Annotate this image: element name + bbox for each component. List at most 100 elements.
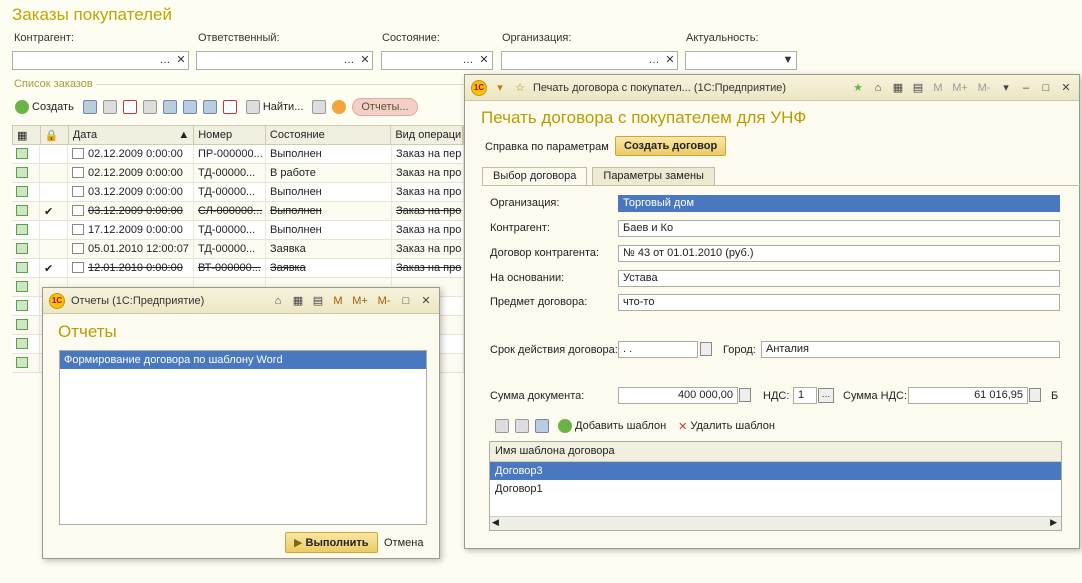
home-icon[interactable]: ⌂ [871,81,885,95]
open-doc-icon[interactable] [515,419,529,433]
scroll-left-icon[interactable]: ◀ [492,517,499,528]
save-icon[interactable] [535,419,549,433]
ellipsis-icon[interactable]: … [460,52,476,69]
structure-icon[interactable] [142,100,157,114]
contract-field[interactable]: № 43 от 01.01.2010 (руб.) [618,245,1060,262]
city-field[interactable]: Анталия [761,341,1060,358]
close-icon[interactable]: ✕ [1059,81,1073,95]
list-label: Список заказов [14,78,93,90]
clear-icon[interactable]: ✕ [173,52,189,69]
menu-icon[interactable]: ▾ [493,81,507,95]
ellipsis-icon[interactable]: … [157,52,173,69]
org-field[interactable]: Торговый дом [618,195,1060,212]
delete-template-button[interactable]: ✕ Удалить шаблон [675,416,778,436]
horizontal-scrollbar[interactable]: ◀ ▶ [490,516,1061,530]
table-icon[interactable] [162,100,177,114]
edit-icon[interactable] [102,100,117,114]
calculator-icon[interactable]: ▦ [291,294,305,308]
maximize-icon[interactable]: □ [399,294,413,308]
sum-field[interactable]: 400 000,00 [618,387,738,404]
counterparty-field[interactable]: Баев и Ко [618,220,1060,237]
vat-sum-field[interactable]: 61 016,95 [908,387,1028,404]
reports-button[interactable]: Отчеты... [352,98,418,116]
table-row[interactable]: Договор3 [490,462,1061,480]
list-icon[interactable] [182,100,197,114]
calendar-icon[interactable]: ▤ [911,81,925,95]
cancel-filter-icon[interactable] [222,100,237,114]
organization-field[interactable]: … ✕ [501,51,678,70]
memory-plus-button[interactable]: M+ [951,81,969,95]
column-date-header[interactable]: Дата ▲ [69,126,195,144]
subject-field[interactable]: что-то [618,294,1060,311]
basis-field[interactable]: Устава [618,270,1060,287]
table-row[interactable]: Договор1 [490,480,1061,498]
calculator-icon[interactable]: ▦ [891,81,905,95]
calculator-icon[interactable] [1029,388,1041,402]
help-icon[interactable] [332,100,347,114]
close-icon[interactable]: ✕ [419,294,433,308]
document-status-icon [16,338,28,349]
home-icon[interactable]: ⌂ [271,294,285,308]
vat-select[interactable]: 1 [793,387,817,404]
term-field[interactable]: . . [618,341,698,358]
row-number-cell: ВТ-000000... [194,259,266,277]
memory-button[interactable]: M [931,81,945,95]
favorite-star-icon[interactable]: ☆ [513,81,527,95]
scroll-right-icon[interactable]: ▶ [1050,517,1057,528]
find-button[interactable]: Найти... [243,97,307,117]
maximize-icon[interactable]: □ [1039,81,1053,95]
table-row[interactable]: ✔ 12.01.2010 0:00:00 ВТ-000000... Заявка Зак… [12,259,464,278]
ellipsis-icon[interactable]: … [818,388,834,403]
memory-button[interactable]: M [331,294,345,308]
subject-label: Предмет договора: [490,296,588,308]
ellipsis-icon[interactable]: … [341,52,357,69]
copy-icon[interactable] [82,100,97,114]
contract-label: Договор контрагента: [490,247,600,259]
table-row[interactable]: ✔ 03.12.2009 0:00:00 СЛ-000000... Выполнен З… [12,202,464,221]
cancel-button[interactable]: Отмена [384,537,423,549]
chevron-down-icon[interactable]: ▾ [999,81,1013,95]
table-row[interactable]: 17.12.2009 0:00:00 ТД-00000... Выполнен Зак… [12,221,464,240]
state-field[interactable]: … ✕ [381,51,493,70]
column-state-header[interactable]: Состояние [266,126,392,144]
chevron-down-icon[interactable]: ▼ [780,52,796,69]
help-params-link[interactable]: Справка по параметрам [485,141,609,153]
clear-icon[interactable]: ✕ [357,52,373,69]
memory-minus-button[interactable]: M- [975,81,993,95]
favorite-add-icon[interactable]: ★ [851,81,865,95]
table-row[interactable]: 02.12.2009 0:00:00 ТД-00000... В работе Зак… [12,164,464,183]
tools-icon[interactable] [312,100,327,114]
column-icon-header[interactable]: ▦ [13,126,41,144]
table-row[interactable]: 02.12.2009 0:00:00 ПР-000000... Выполнен За… [12,145,464,164]
execute-button[interactable]: ▶ Выполнить [285,532,378,553]
list-item[interactable]: Формирование договора по шаблону Word [60,351,426,369]
create-contract-button[interactable]: Создать договор [615,136,727,156]
create-label: Создать [32,101,74,113]
ellipsis-icon[interactable]: … [646,52,662,69]
memory-plus-button[interactable]: M+ [351,294,369,308]
counterparty-field[interactable]: … ✕ [12,51,189,70]
clear-icon[interactable]: ✕ [662,52,678,69]
document-status-icon [16,243,28,254]
add-template-button[interactable]: Добавить шаблон [555,416,669,436]
calendar-icon[interactable] [700,342,712,356]
create-button[interactable]: Создать [12,97,77,117]
delete-icon[interactable] [122,100,137,114]
responsible-field[interactable]: … ✕ [196,51,373,70]
minimize-icon[interactable]: – [1019,81,1033,95]
relevance-select[interactable]: ▼ [685,51,797,70]
table-row[interactable]: 03.12.2009 0:00:00 ТД-00000... Выполнен Зак… [12,183,464,202]
column-op-header[interactable]: Вид операци [391,126,463,144]
templates-header[interactable]: Имя шаблона договора [490,442,1061,462]
tab-select-contract[interactable]: Выбор договора [482,167,588,185]
tab-replace-params[interactable]: Параметры замены [592,167,715,185]
grid-icon[interactable] [202,100,217,114]
table-row[interactable]: 05.01.2010 12:00:07 ТД-00000... Заявка Зака… [12,240,464,259]
column-number-header[interactable]: Номер [194,126,266,144]
calendar-icon[interactable]: ▤ [311,294,325,308]
clear-icon[interactable]: ✕ [476,52,492,69]
memory-minus-button[interactable]: M- [375,294,393,308]
column-lock-header[interactable]: 🔒 [41,126,69,144]
new-doc-icon[interactable] [495,419,509,433]
calculator-icon[interactable] [739,388,751,402]
